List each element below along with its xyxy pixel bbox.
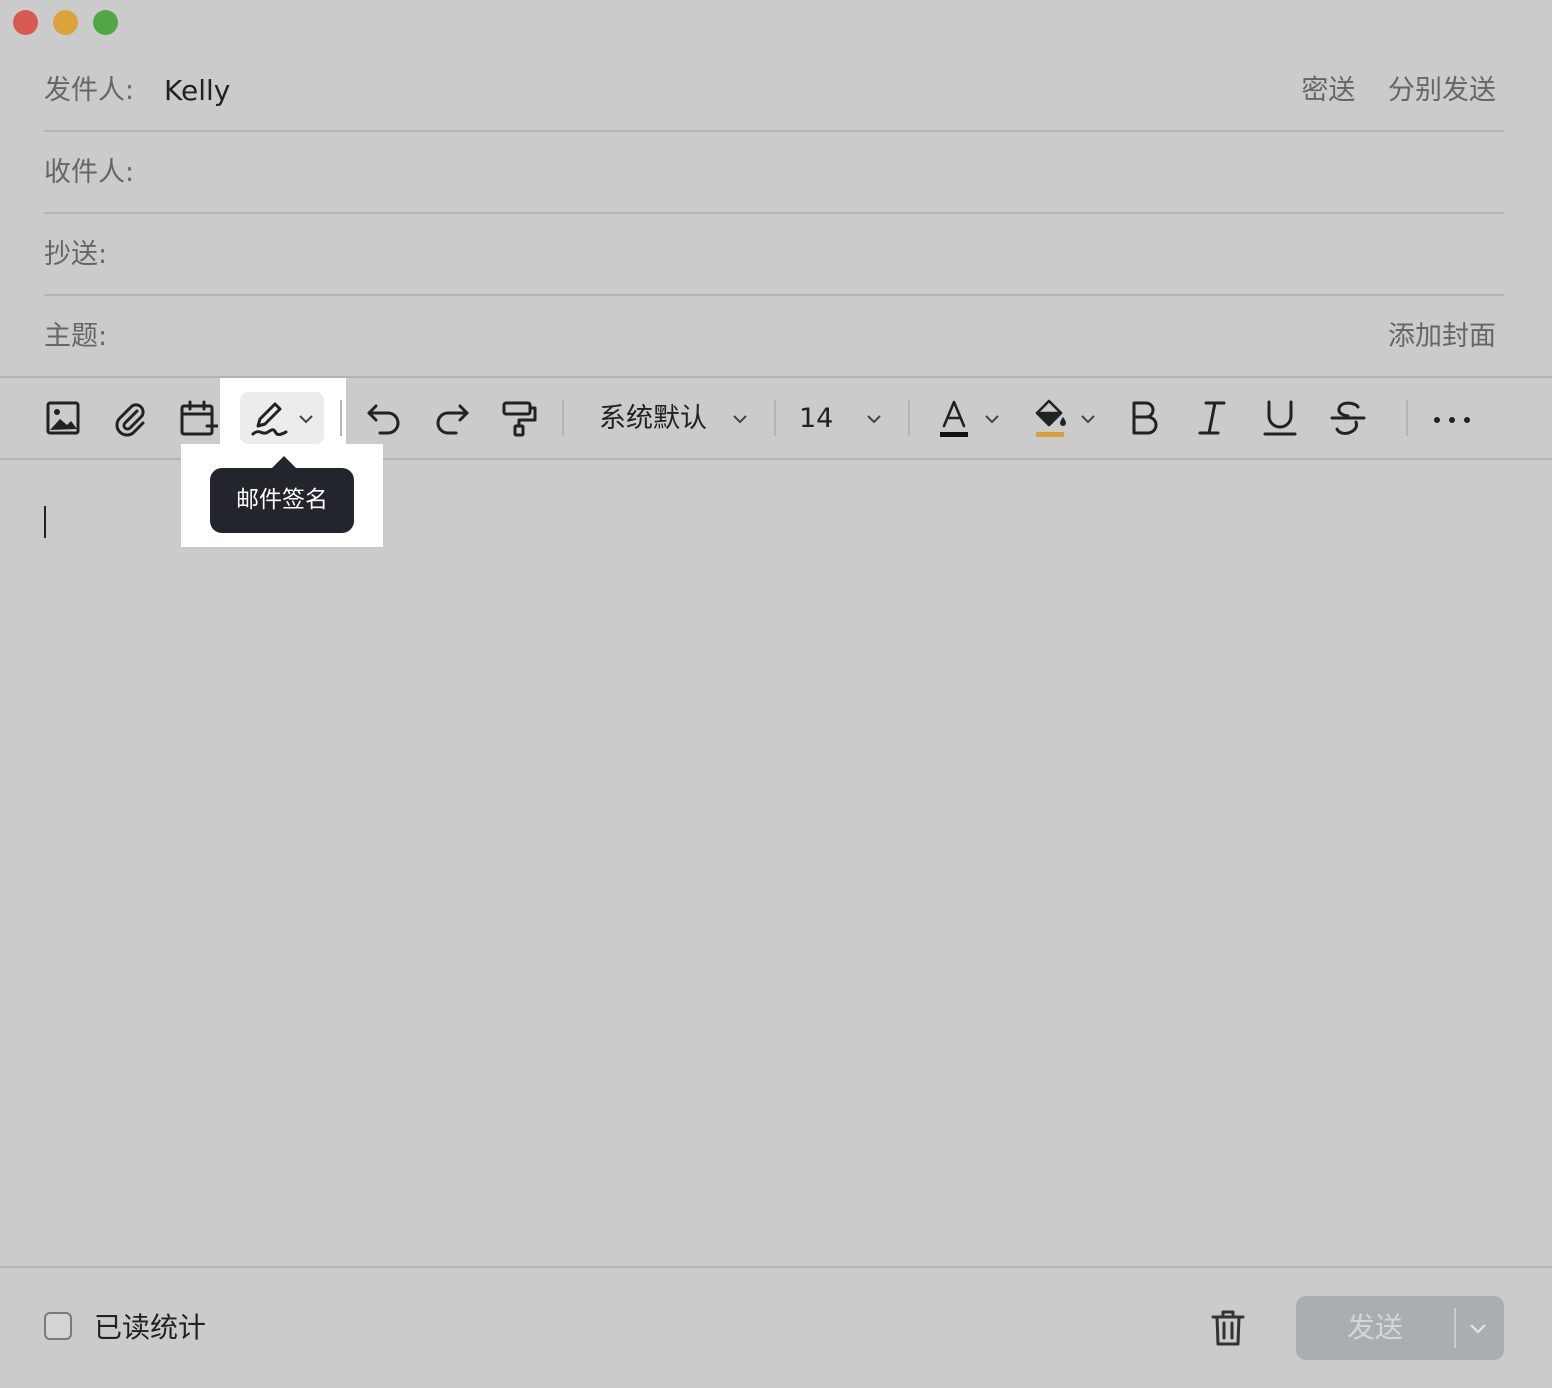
font-family-chevron-icon[interactable] bbox=[731, 410, 749, 428]
separate-send-link[interactable]: 分别发送 bbox=[1388, 75, 1496, 106]
attachment-icon[interactable] bbox=[110, 398, 150, 438]
undo-icon[interactable] bbox=[364, 398, 404, 438]
toolbar-divider bbox=[908, 400, 910, 436]
image-icon[interactable] bbox=[43, 398, 83, 438]
text-cursor bbox=[44, 506, 46, 538]
font-size-chevron-icon[interactable] bbox=[865, 410, 883, 428]
from-label: 发件人: bbox=[44, 75, 135, 106]
bold-icon[interactable] bbox=[1124, 398, 1164, 438]
signature-dropdown-chevron-icon[interactable] bbox=[297, 410, 315, 428]
bcc-link[interactable]: 密送 bbox=[1301, 75, 1355, 106]
subject-row[interactable]: 主题: 添加封面 bbox=[44, 296, 1504, 378]
calendar-add-icon[interactable] bbox=[178, 398, 218, 438]
send-divider bbox=[1454, 1308, 1456, 1348]
add-cover-link[interactable]: 添加封面 bbox=[1388, 321, 1496, 352]
from-row: 发件人: Kelly 密送 分别发送 bbox=[44, 50, 1504, 132]
underline-icon[interactable] bbox=[1260, 398, 1300, 438]
footer-bar: 已读统计 发送 bbox=[0, 1266, 1552, 1386]
toolbar-divider bbox=[562, 400, 564, 436]
signature-icon[interactable] bbox=[250, 398, 290, 438]
tooltip-arrow bbox=[272, 456, 296, 468]
from-value[interactable]: Kelly bbox=[164, 50, 230, 132]
strikethrough-icon[interactable] bbox=[1328, 398, 1368, 438]
font-color-chevron-icon[interactable] bbox=[983, 410, 1001, 428]
font-family-select[interactable]: 系统默认 bbox=[599, 378, 707, 460]
read-receipt-label[interactable]: 已读统计 bbox=[94, 1268, 206, 1388]
minimize-window-button[interactable] bbox=[53, 10, 78, 35]
highlight-icon[interactable] bbox=[1030, 398, 1070, 438]
read-receipt-checkbox[interactable] bbox=[44, 1312, 72, 1340]
signature-tooltip: 邮件签名 bbox=[210, 468, 354, 533]
cc-row[interactable]: 抄送: bbox=[44, 214, 1504, 296]
from-row-actions: 密送 分别发送 bbox=[1277, 50, 1496, 132]
to-label: 收件人: bbox=[44, 157, 135, 188]
maximize-window-button[interactable] bbox=[93, 10, 118, 35]
more-icon[interactable] bbox=[1432, 398, 1472, 438]
redo-icon[interactable] bbox=[432, 398, 472, 438]
font-color-icon[interactable] bbox=[934, 398, 974, 438]
subject-label: 主题: bbox=[44, 321, 108, 352]
cc-label: 抄送: bbox=[44, 239, 108, 270]
send-label[interactable]: 发送 bbox=[1296, 1296, 1454, 1360]
font-size-select[interactable]: 14 bbox=[799, 378, 833, 460]
tooltip-highlight: 邮件签名 bbox=[181, 444, 383, 547]
send-button[interactable]: 发送 bbox=[1296, 1296, 1504, 1360]
subject-row-actions: 添加封面 bbox=[1364, 296, 1496, 378]
close-window-button[interactable] bbox=[13, 10, 38, 35]
italic-icon[interactable] bbox=[1192, 398, 1232, 438]
highlight-chevron-icon[interactable] bbox=[1079, 410, 1097, 428]
trash-icon[interactable] bbox=[1208, 1308, 1248, 1348]
toolbar-divider bbox=[774, 400, 776, 436]
send-options-chevron-icon[interactable] bbox=[1468, 1318, 1488, 1338]
toolbar-divider bbox=[340, 400, 342, 436]
toolbar-divider bbox=[1406, 400, 1408, 436]
title-bar bbox=[0, 0, 1552, 44]
format-painter-icon[interactable] bbox=[500, 398, 540, 438]
to-row[interactable]: 收件人: bbox=[44, 132, 1504, 214]
